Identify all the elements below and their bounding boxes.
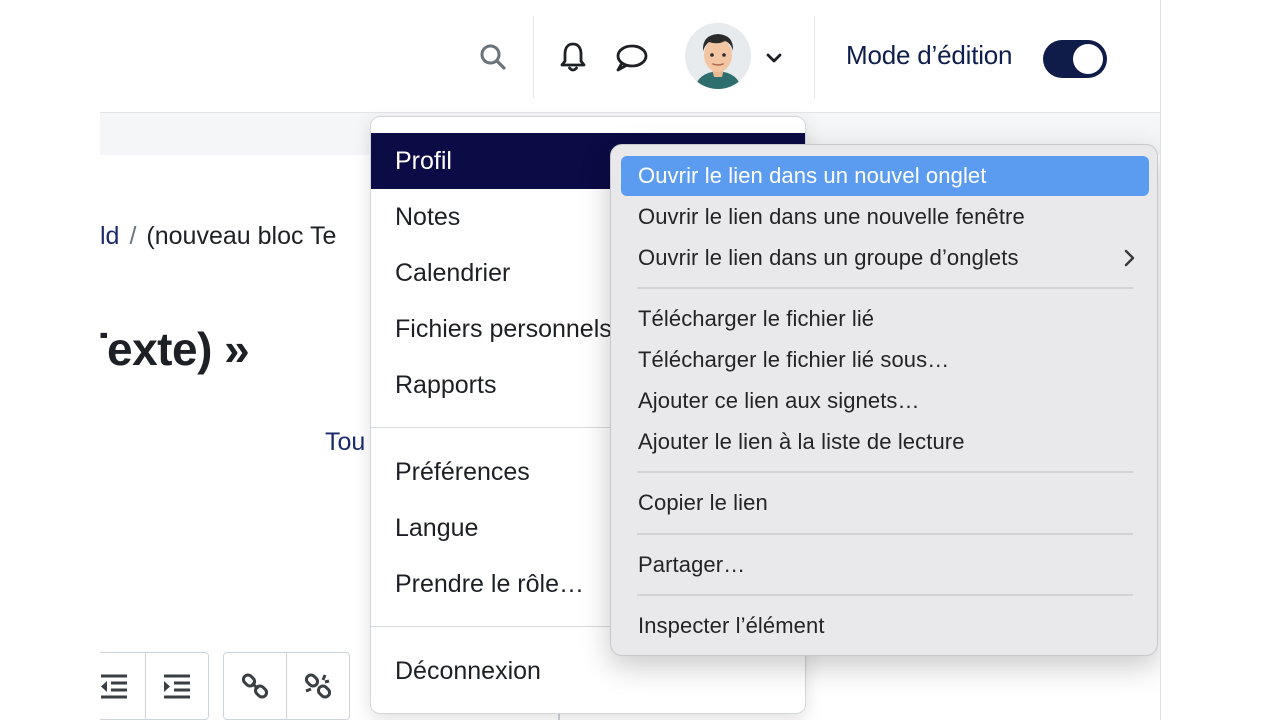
- link-button[interactable]: [224, 653, 287, 719]
- page-title: Texte) »: [100, 322, 250, 376]
- ctx-download-linked-file-as[interactable]: Télécharger le fichier lié sous…: [621, 340, 1149, 380]
- ctx-copy-link[interactable]: Copier le lien: [621, 483, 1149, 523]
- page-title-cut-letter: T: [100, 322, 107, 376]
- browser-viewport: Mode d’édition ld / (nouveau bloc Te Texte…: [100, 0, 1161, 720]
- ctx-open-tab-group[interactable]: Ouvrir le lien dans un groupe d’onglets: [621, 238, 1149, 278]
- ctx-item-label: Ouvrir le lien dans un groupe d’onglets: [638, 245, 1019, 270]
- ctx-item-label: Inspecter l’élément: [638, 613, 825, 638]
- user-avatar[interactable]: [685, 23, 751, 89]
- editor-toolbar: [100, 652, 350, 720]
- side-link[interactable]: Tou: [325, 428, 365, 457]
- ctx-add-reading-list[interactable]: Ajouter le lien à la liste de lecture: [621, 422, 1149, 462]
- outdent-button[interactable]: [100, 653, 146, 719]
- unlink-button[interactable]: [287, 653, 349, 719]
- toolbar-group-indent: [100, 652, 209, 720]
- breadcrumb: ld / (nouveau bloc Te: [100, 222, 336, 251]
- toggle-knob: [1073, 44, 1103, 74]
- ctx-separator: [637, 287, 1133, 289]
- ctx-download-linked-file[interactable]: Télécharger le fichier lié: [621, 299, 1149, 339]
- breadcrumb-link[interactable]: ld: [100, 222, 119, 250]
- ctx-add-bookmark[interactable]: Ajouter ce lien aux signets…: [621, 381, 1149, 421]
- ctx-separator: [637, 533, 1133, 535]
- ctx-item-label: Ajouter ce lien aux signets…: [638, 388, 920, 413]
- ctx-share[interactable]: Partager…: [621, 545, 1149, 585]
- indent-button[interactable]: [146, 653, 208, 719]
- breadcrumb-separator: /: [129, 222, 137, 250]
- search-icon[interactable]: [476, 40, 510, 74]
- ctx-item-label: Ouvrir le lien dans une nouvelle fenêtre: [638, 204, 1025, 229]
- bell-icon[interactable]: [554, 38, 592, 76]
- toolbar-group-link: [223, 652, 350, 720]
- ctx-separator: [637, 594, 1133, 596]
- chevron-right-icon: [1123, 238, 1135, 278]
- ctx-open-new-window[interactable]: Ouvrir le lien dans une nouvelle fenêtre: [621, 197, 1149, 237]
- edit-mode-label: Mode d’édition: [846, 40, 1013, 70]
- chevron-down-icon[interactable]: [764, 48, 784, 68]
- messages-icon[interactable]: [612, 40, 650, 76]
- top-navbar: Mode d’édition: [100, 0, 1160, 113]
- ctx-item-label: Ouvrir le lien dans un nouvel onglet: [638, 163, 987, 188]
- page-title-text: exte) »: [107, 323, 250, 375]
- ctx-item-label: Ajouter le lien à la liste de lecture: [638, 429, 965, 454]
- navbar-divider: [814, 16, 815, 98]
- navbar-divider: [533, 16, 534, 98]
- ctx-item-label: Télécharger le fichier lié: [638, 306, 875, 331]
- ctx-open-new-tab[interactable]: Ouvrir le lien dans un nouvel onglet: [621, 156, 1149, 196]
- browser-context-menu: Ouvrir le lien dans un nouvel onglet Ouv…: [610, 144, 1158, 656]
- ctx-separator: [637, 471, 1133, 473]
- edit-mode-toggle[interactable]: [1043, 40, 1107, 78]
- breadcrumb-current: (nouveau bloc Te: [146, 222, 337, 250]
- ctx-item-label: Télécharger le fichier lié sous…: [638, 347, 950, 372]
- ctx-item-label: Copier le lien: [638, 490, 768, 515]
- ctx-inspect-element[interactable]: Inspecter l’élément: [621, 606, 1149, 646]
- ctx-item-label: Partager…: [638, 552, 746, 577]
